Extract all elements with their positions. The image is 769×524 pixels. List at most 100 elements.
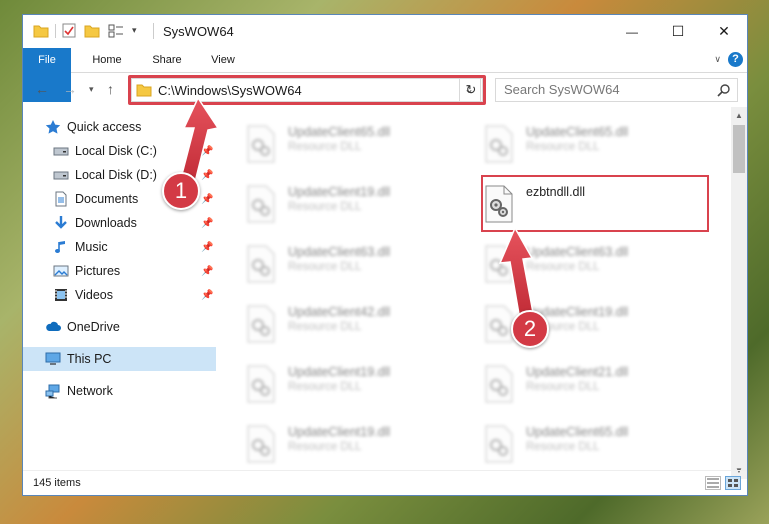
sidebar-item-label: Local Disk (C:) — [75, 144, 157, 158]
pin-icon: 📌 — [201, 193, 214, 205]
sidebar-item-this-pc[interactable]: This PC — [23, 347, 216, 371]
tab-share[interactable]: Share — [145, 48, 189, 72]
quick-access-toolbar: ▾ — [33, 23, 137, 38]
pin-icon: 📌 — [201, 241, 214, 253]
maximize-button[interactable]: ☐ — [655, 15, 701, 48]
folder-icon[interactable] — [33, 24, 49, 38]
callout-badge-1: 1 — [162, 172, 200, 210]
file-type: Resource DLL — [526, 141, 600, 153]
forward-arrow-icon[interactable]: → — [63, 81, 77, 97]
file-type: Resource DLL — [526, 381, 600, 393]
dll-file-icon — [247, 305, 275, 343]
dll-file-icon — [247, 245, 275, 283]
file-item[interactable]: UpdateClient63.dll Resource DLL — [458, 239, 688, 293]
minimize-icon: — — [626, 24, 638, 39]
new-folder-icon[interactable] — [84, 24, 100, 38]
file-name: UpdateClient65.dll — [288, 125, 391, 139]
large-icons-view-icon[interactable] — [725, 476, 741, 490]
file-item[interactable]: UpdateClient65.dll Resource DLL — [220, 119, 450, 173]
sidebar-item-network[interactable]: Network — [23, 379, 216, 403]
file-type: Resource DLL — [288, 201, 362, 213]
drive-icon — [53, 167, 69, 183]
file-item[interactable]: UpdateClient19.dll Resource DLL — [458, 299, 688, 353]
file-type: Resource DLL — [526, 441, 600, 453]
up-arrow-icon[interactable]: ↑ — [107, 81, 114, 97]
tab-home[interactable]: Home — [85, 48, 129, 72]
file-item[interactable]: UpdateClient19.dll Resource DLL — [220, 419, 450, 467]
sidebar-item-videos[interactable]: Videos 📌 — [23, 283, 216, 307]
dll-file-icon — [485, 245, 513, 283]
file-name: UpdateClient19.dll — [288, 365, 391, 379]
view-options-icon[interactable] — [108, 24, 124, 38]
title-bar: ▾ SysWOW64 — ☐ ✕ — [23, 15, 747, 48]
dll-file-icon — [247, 365, 275, 403]
sidebar-item-label: Music — [75, 240, 108, 254]
file-item[interactable]: UpdateClient19.dll Resource DLL — [220, 179, 450, 233]
videos-icon — [53, 287, 69, 303]
details-view-icon[interactable] — [705, 476, 721, 490]
navigation-bar: ← → ▾ ↑ C:\Windows\SysWOW64 ⌄ ↻ Search S… — [23, 73, 747, 107]
tab-view[interactable]: View — [201, 48, 245, 72]
scroll-up-icon[interactable]: ▲ — [735, 111, 743, 120]
file-type: Resource DLL — [288, 441, 362, 453]
file-item[interactable]: UpdateClient19.dll Resource DLL — [220, 359, 450, 413]
file-name: UpdateClient65.dll — [526, 425, 629, 439]
file-name: UpdateClient65.dll — [526, 125, 629, 139]
file-type: Resource DLL — [288, 261, 362, 273]
view-switcher — [705, 476, 741, 490]
dll-file-icon — [247, 425, 275, 463]
customize-toolbar-icon[interactable]: ▾ — [132, 25, 137, 36]
sidebar-item-local-disk-c[interactable]: Local Disk (C:) 📌 — [23, 139, 216, 163]
sidebar-item-label: Local Disk (D:) — [75, 168, 157, 182]
item-count: 145 items — [33, 477, 81, 489]
sidebar-item-label: This PC — [67, 352, 112, 366]
sidebar-item-music[interactable]: Music 📌 — [23, 235, 216, 259]
computer-icon — [45, 351, 61, 367]
file-item[interactable]: UpdateClient65.dll Resource DLL — [458, 119, 688, 173]
status-bar: 145 items — [23, 470, 747, 495]
file-name: UpdateClient19.dll — [288, 185, 391, 199]
sidebar-item-quick-access[interactable]: Quick access — [23, 115, 216, 139]
download-icon — [53, 215, 69, 231]
recent-locations-icon[interactable]: ▾ — [89, 84, 94, 95]
callout-badge-2: 2 — [511, 310, 549, 348]
pin-icon: 📌 — [201, 169, 214, 181]
file-item[interactable]: UpdateClient63.dll Resource DLL — [220, 239, 450, 293]
file-name: UpdateClient21.dll — [526, 365, 629, 379]
file-item[interactable]: UpdateClient21.dll Resource DLL — [458, 359, 688, 413]
file-item[interactable]: UpdateClient42.dll Resource DLL — [220, 299, 450, 353]
star-icon — [45, 119, 61, 135]
dll-file-icon — [485, 305, 513, 343]
back-arrow-icon[interactable]: ← — [35, 81, 49, 97]
dll-file-icon — [485, 125, 513, 163]
help-icon[interactable]: ? — [728, 52, 743, 67]
explorer-window: ▾ SysWOW64 — ☐ ✕ File Home Share View ∨ … — [22, 14, 748, 496]
sidebar-item-label: Videos — [75, 288, 113, 302]
sidebar-item-pictures[interactable]: Pictures 📌 — [23, 259, 216, 283]
sidebar-item-label: Downloads — [75, 216, 137, 230]
sidebar-item-label: OneDrive — [67, 320, 120, 334]
vertical-scrollbar[interactable]: ▲ ▼ — [731, 107, 747, 479]
pin-icon: 📌 — [201, 217, 214, 229]
music-icon — [53, 239, 69, 255]
drive-icon — [53, 143, 69, 159]
dll-file-icon — [485, 425, 513, 463]
ribbon-expand-icon[interactable]: ∨ — [714, 54, 721, 65]
file-item[interactable]: UpdateClient65.dll Resource DLL — [458, 419, 688, 467]
pin-icon: 📌 — [201, 265, 214, 277]
file-type: Resource DLL — [288, 321, 362, 333]
pin-icon: 📌 — [201, 145, 214, 157]
sidebar-item-downloads[interactable]: Downloads 📌 — [23, 211, 216, 235]
search-input[interactable]: Search SysWOW64 — [495, 78, 738, 102]
documents-icon — [53, 191, 69, 207]
close-button[interactable]: ✕ — [701, 15, 747, 48]
minimize-button[interactable]: — — [609, 15, 655, 48]
properties-icon[interactable] — [62, 23, 76, 38]
title-divider — [153, 23, 154, 39]
dll-file-icon — [247, 125, 275, 163]
dll-file-icon — [485, 365, 513, 403]
sidebar-item-onedrive[interactable]: OneDrive — [23, 315, 216, 339]
sidebar-item-label: Quick access — [67, 120, 142, 134]
address-highlight-box — [128, 75, 486, 105]
scrollbar-thumb[interactable] — [733, 125, 745, 173]
